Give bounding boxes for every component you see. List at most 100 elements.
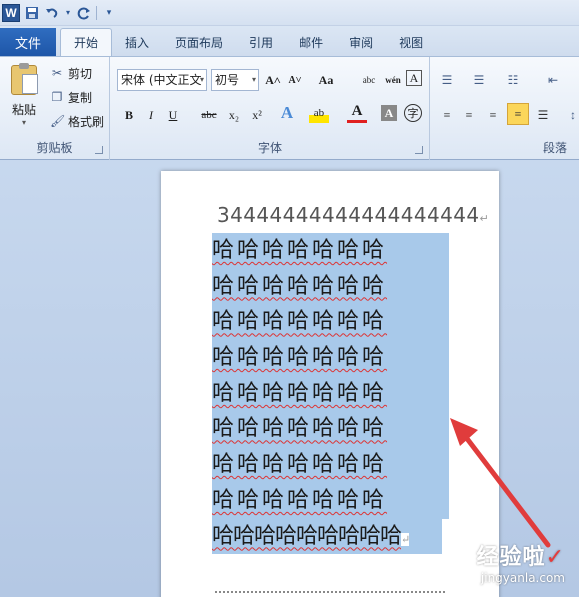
distributed-icon: ☰	[537, 107, 549, 122]
format-painter-button[interactable]: 🖌 格式刷	[50, 111, 104, 131]
tab-page-layout[interactable]: 页面布局	[162, 28, 236, 56]
distributed-button[interactable]: ☰	[533, 105, 553, 125]
font-name-select[interactable]: 宋体 (中文正文 ▾	[117, 69, 207, 91]
format-painter-label: 格式刷	[68, 114, 105, 129]
document-area[interactable]: 34444444444444444444↵ 哈哈哈哈哈哈哈 哈哈哈哈哈哈哈 哈哈…	[0, 160, 579, 597]
line-spacing-icon: ↕	[570, 107, 576, 122]
align-center-button[interactable]: ≡	[459, 105, 479, 125]
enclose-characters-button[interactable]: 字	[404, 104, 422, 122]
font-name-value: 宋体 (中文正文	[121, 73, 202, 87]
watermark: 经验啦✓ jingyanla.com	[477, 539, 565, 585]
tab-home[interactable]: 开始	[60, 28, 113, 56]
font-size-value: 初号	[215, 73, 240, 87]
tab-view[interactable]: 视图	[386, 28, 436, 56]
font-group-label: 字体	[257, 141, 282, 155]
justify-button[interactable]: ≡	[507, 103, 529, 125]
decrease-indent-button[interactable]: ⇤	[543, 70, 563, 90]
copy-button[interactable]: ❐ 复制	[50, 87, 92, 107]
phonetic-guide-icon: wén	[385, 75, 401, 85]
bullets-button[interactable]: ☰	[437, 70, 457, 90]
align-left-button[interactable]: ≡	[437, 105, 457, 125]
ribbon-panel: 粘贴 ▾ ✂ 剪切 ❐ 复制 🖌 格式刷 剪贴板 宋体 (中文正文 ▾ 初号 ▾…	[0, 56, 579, 160]
character-border-icon: A	[409, 70, 419, 85]
undo-icon[interactable]	[44, 5, 60, 21]
underline-button[interactable]: U	[163, 105, 183, 125]
font-color-icon: A	[351, 103, 363, 119]
align-left-icon: ≡	[443, 107, 451, 122]
numbering-button[interactable]: ☰	[469, 70, 489, 90]
annotation-arrow-icon	[450, 418, 551, 548]
shrink-font-button[interactable]: A˅	[285, 70, 305, 90]
checkmark-icon: ✓	[545, 545, 565, 570]
strikethrough-button[interactable]: abc	[199, 105, 219, 125]
customize-toolbar-icon[interactable]: ▾	[101, 5, 117, 21]
superscript-button[interactable]: x²	[247, 105, 267, 125]
chevron-down-icon: ▾	[251, 75, 256, 84]
chevron-down-icon: ▾	[199, 75, 204, 84]
watermark-text: 经验啦	[476, 545, 546, 570]
italic-icon: I	[149, 107, 153, 122]
tab-references[interactable]: 引用	[236, 28, 286, 56]
font-group: 宋体 (中文正文 ▾ 初号 ▾ A˄ A˅ Aa abc wén A B I U…	[111, 57, 430, 160]
paragraph-group: ☰ ☰ ☷ ⇤ ≡ ≡ ≡ ≡ ☰ ↕ 段落	[431, 57, 579, 160]
paste-label: 粘贴	[11, 103, 36, 117]
highlight-button[interactable]: ab	[309, 103, 329, 123]
text-effects-icon: A	[280, 103, 294, 122]
font-size-select[interactable]: 初号 ▾	[211, 69, 259, 91]
grow-font-button[interactable]: A˄	[263, 70, 283, 90]
cut-button[interactable]: ✂ 剪切	[50, 63, 92, 83]
align-center-icon: ≡	[465, 107, 473, 122]
paste-button[interactable]: 粘贴 ▾	[6, 63, 42, 127]
quick-access-toolbar: W ▾ ▾	[0, 0, 579, 26]
tab-review[interactable]: 审阅	[336, 28, 386, 56]
clipboard-launcher-icon[interactable]	[95, 146, 103, 154]
paragraph-group-label: 段落	[542, 141, 567, 155]
copy-label: 复制	[68, 90, 93, 105]
indent-icon: ⇤	[547, 72, 559, 87]
strikethrough-icon: abc	[201, 109, 217, 121]
superscript-icon: x²	[252, 107, 262, 122]
clear-format-icon: abc	[362, 75, 376, 85]
watermark-title: 经验啦✓	[477, 539, 565, 571]
align-right-icon: ≡	[489, 107, 497, 122]
subscript-button[interactable]: x₂	[224, 105, 244, 125]
multilevel-list-button[interactable]: ☷	[503, 70, 523, 90]
tab-file[interactable]: 文件	[0, 28, 56, 56]
numbering-icon: ☰	[473, 72, 485, 87]
character-border-button[interactable]: A	[406, 70, 422, 86]
tab-mailings[interactable]: 邮件	[286, 28, 336, 56]
align-right-button[interactable]: ≡	[483, 105, 503, 125]
toolbar-separator	[96, 5, 97, 20]
grow-font-icon: A˄	[265, 72, 281, 87]
save-icon[interactable]	[24, 5, 40, 21]
redo-icon[interactable]	[76, 5, 92, 21]
line-spacing-button[interactable]: ↕	[563, 105, 579, 125]
scissors-icon: ✂	[51, 66, 63, 80]
change-case-icon: Aa	[318, 72, 334, 87]
bold-button[interactable]: B	[119, 105, 139, 125]
brush-icon: 🖌	[50, 114, 66, 128]
justify-icon: ≡	[514, 106, 522, 121]
italic-button[interactable]: I	[141, 105, 161, 125]
change-case-button[interactable]: Aa	[316, 70, 336, 90]
underline-icon: U	[168, 107, 178, 122]
text-effects-button[interactable]: A	[277, 103, 297, 123]
shrink-font-icon: A˅	[288, 74, 302, 86]
copy-icon: ❐	[51, 90, 63, 104]
multilevel-list-icon: ☷	[507, 72, 519, 87]
paste-dropdown-icon[interactable]: ▾	[22, 118, 26, 127]
undo-dropdown-icon[interactable]: ▾	[64, 5, 72, 21]
character-shading-button[interactable]: A	[381, 105, 397, 121]
bullets-icon: ☰	[441, 72, 453, 87]
clipboard-icon	[11, 63, 38, 95]
bold-icon: B	[124, 107, 133, 122]
font-launcher-icon[interactable]	[415, 146, 423, 154]
enclose-characters-icon: 字	[407, 108, 419, 120]
clear-format-button[interactable]: abc	[359, 70, 379, 90]
tab-insert[interactable]: 插入	[112, 28, 162, 56]
clipboard-group-label: 剪贴板	[36, 141, 73, 155]
phonetic-guide-button[interactable]: wén	[383, 70, 403, 90]
word-logo-icon[interactable]: W	[2, 3, 20, 22]
font-color-button[interactable]: A	[347, 103, 367, 123]
highlight-icon: ab	[313, 107, 325, 119]
